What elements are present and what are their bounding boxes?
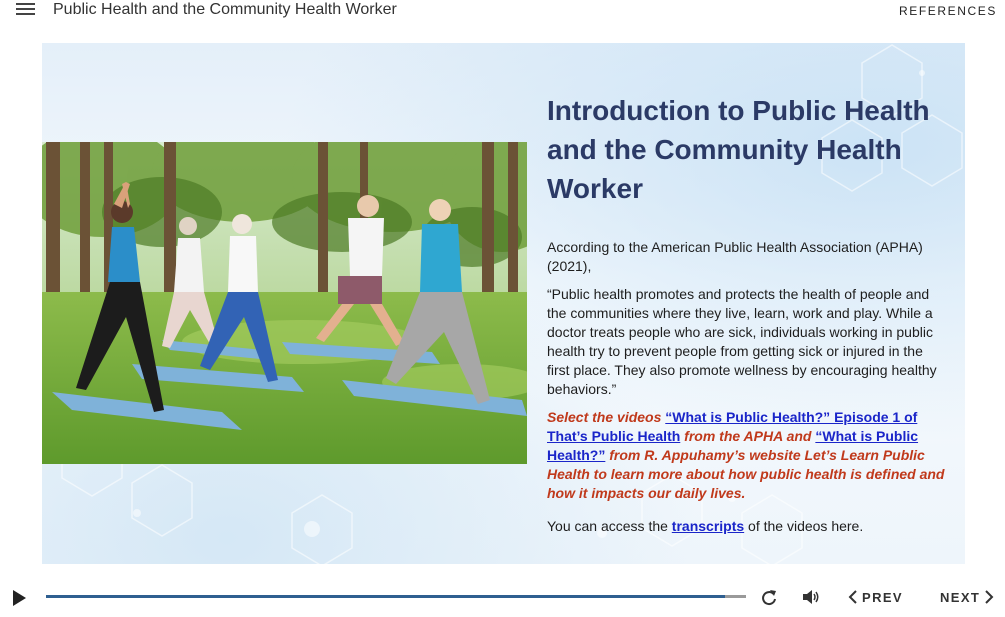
hamburger-menu-icon[interactable] — [16, 3, 35, 17]
apha-intro-text: According to the American Public Health … — [547, 239, 923, 274]
callout-text-3: from R. Appuhamy’s website Let’s Learn P… — [547, 447, 945, 501]
top-bar: Public Health and the Community Health W… — [0, 0, 1005, 24]
transcripts-text-before: You can access the — [547, 518, 672, 534]
yoga-group-photo — [42, 142, 527, 464]
prev-label: PREV — [862, 589, 904, 605]
slide-content: Introduction to Public Health and the Co… — [547, 91, 947, 536]
prev-button[interactable]: PREV — [848, 587, 903, 607]
transcripts-text: You can access the transcripts of the vi… — [547, 517, 947, 536]
chevron-right-icon — [985, 590, 994, 604]
callout-text-1: Select the videos — [547, 409, 666, 425]
transcripts-text-after: of the videos here. — [744, 518, 864, 534]
progress-bar[interactable] — [46, 595, 746, 598]
video-callout: Select the videos “What is Public Health… — [547, 408, 947, 503]
play-icon[interactable] — [11, 589, 27, 607]
callout-text-2: from the APHA and — [680, 428, 816, 444]
next-button[interactable]: NEXT — [940, 587, 994, 607]
slide-canvas: Introduction to Public Health and the Co… — [42, 43, 965, 564]
volume-icon[interactable] — [801, 587, 821, 607]
course-title: Public Health and the Community Health W… — [53, 1, 397, 18]
apha-quote-text: “Public health promotes and protects the… — [547, 286, 937, 397]
references-button[interactable]: REFERENCES — [899, 4, 997, 18]
transcripts-link[interactable]: transcripts — [672, 518, 744, 534]
next-label: NEXT — [940, 589, 981, 605]
replay-icon[interactable] — [759, 588, 779, 608]
player-controls: PREV NEXT — [0, 578, 1005, 617]
chevron-left-icon — [848, 590, 857, 604]
progress-fill — [46, 595, 725, 598]
slide-title: Introduction to Public Health and the Co… — [547, 95, 930, 204]
